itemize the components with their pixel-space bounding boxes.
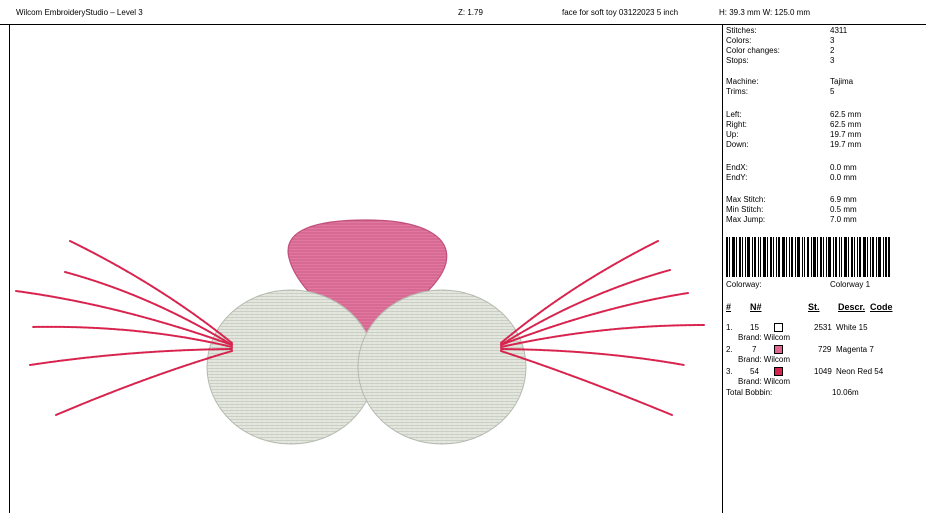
app-title: Wilcom EmbroideryStudio – Level 3 xyxy=(16,8,143,17)
col-header-needle: N# xyxy=(750,302,762,312)
color-row: 1. 15 2531 White 15 Brand: Wilcom xyxy=(726,323,868,342)
right-cheek xyxy=(357,289,527,445)
col-header-descr: Descr. xyxy=(838,302,866,312)
stat-max-jump: Max Jump: 7.0 mm xyxy=(726,215,857,224)
color-swatch-neon-red xyxy=(774,367,783,376)
stat-up: Up: 19.7 mm xyxy=(726,130,862,139)
left-cheek xyxy=(206,289,376,445)
stat-endx: EndX: 0.0 mm xyxy=(726,163,857,172)
color-row: 2. 7 729 Magenta 7 Brand: Wilcom xyxy=(726,345,874,364)
stat-colors: Colors: 3 xyxy=(726,36,835,45)
col-header-stitches: St. xyxy=(808,302,820,312)
right-whiskers xyxy=(500,240,705,416)
stat-stitches: Stitches: 4311 xyxy=(726,26,848,35)
zoom-level: Z: 1.79 xyxy=(458,8,483,17)
stat-machine: Machine: Tajima xyxy=(726,77,854,86)
color-swatch-magenta xyxy=(774,345,783,354)
color-row: 3. 54 1049 Neon Red 54 Brand: Wilcom xyxy=(726,367,884,386)
design-canvas[interactable] xyxy=(9,25,723,513)
color-swatch-white xyxy=(774,323,783,332)
embroidery-design xyxy=(15,219,705,445)
design-dimensions: H: 39.3 mm W: 125.0 mm xyxy=(719,8,810,17)
stat-min-stitch: Min Stitch: 0.5 mm xyxy=(726,205,857,214)
design-name: face for soft toy 03122023 5 inch xyxy=(562,8,679,17)
stat-endy: EndY: 0.0 mm xyxy=(726,173,857,182)
left-whiskers xyxy=(15,240,233,416)
col-header-num: # xyxy=(726,302,732,312)
total-bobbin: Total Bobbin: 10.06m xyxy=(726,388,859,397)
barcode-image xyxy=(726,237,890,277)
design-info-panel: Stitches: 4311 Colors: 3 Color changes: 2 S… xyxy=(726,25,922,513)
stat-color-changes: Color changes: 2 xyxy=(726,46,835,55)
stat-max-stitch: Max Stitch: 6.9 mm xyxy=(726,195,857,204)
header-bar: Wilcom EmbroideryStudio – Level 3 Z: 1.7… xyxy=(0,0,926,25)
stat-left: Left: 62.5 mm xyxy=(726,110,862,119)
stat-right: Right: 62.5 mm xyxy=(726,120,862,129)
colorway-label: Colorway: xyxy=(726,280,762,289)
stat-stops: Stops: 3 xyxy=(726,56,835,65)
stat-down: Down: 19.7 mm xyxy=(726,140,862,149)
col-header-code: Code xyxy=(870,302,893,312)
stat-trims: Trims: 5 xyxy=(726,87,835,96)
colorway-value: Colorway 1 xyxy=(830,280,871,289)
